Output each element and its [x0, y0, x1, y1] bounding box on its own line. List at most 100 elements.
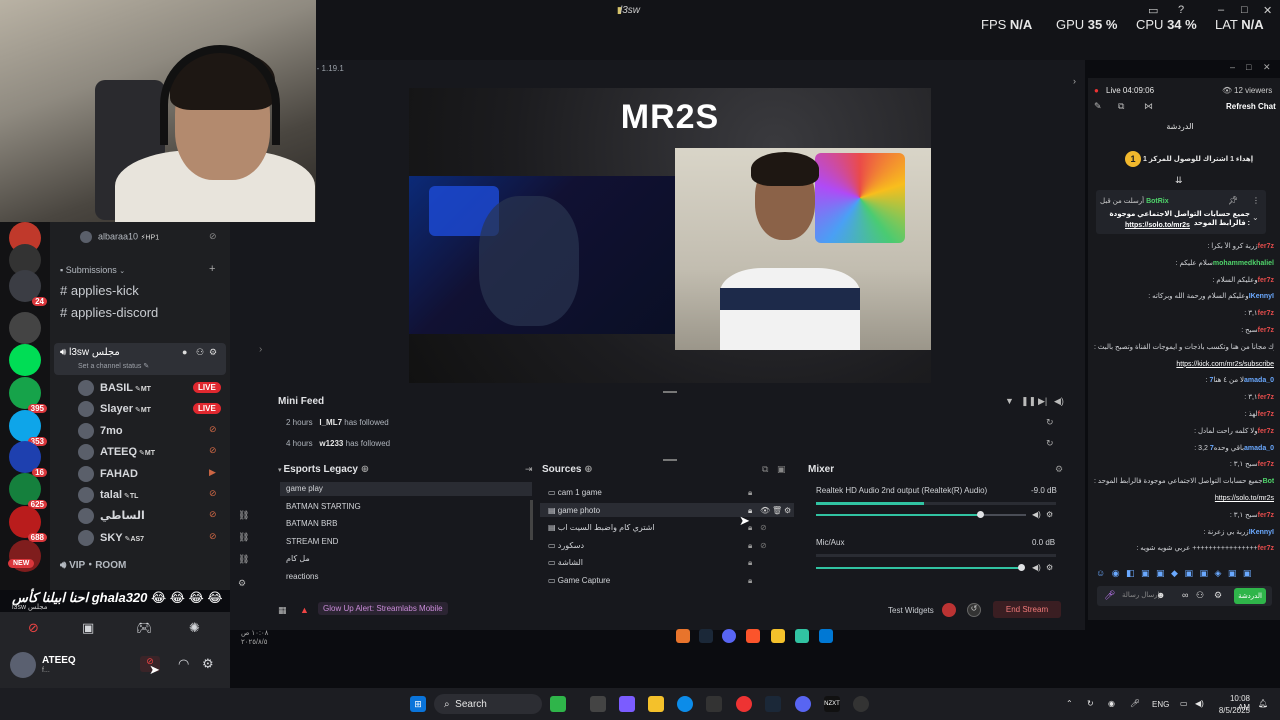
test-widgets-button[interactable]: Test Widgets — [888, 606, 934, 615]
scene-item[interactable]: مل كام — [286, 554, 310, 563]
copilot-icon[interactable] — [619, 696, 635, 712]
source-item[interactable]: ▤ game photo — [548, 506, 600, 515]
steam-taskbar-icon[interactable] — [765, 696, 781, 712]
filter-icon[interactable]: ▼ — [1005, 396, 1014, 406]
server-icon[interactable] — [9, 344, 41, 376]
category-header[interactable]: ▪ Submissions ⌄ — [60, 265, 125, 275]
voice-member-row[interactable]: FAHAD — [78, 465, 138, 482]
replay-icon[interactable]: ↻ — [1046, 438, 1054, 449]
taskbar-search[interactable]: ⌕ Search — [434, 694, 542, 714]
edge-icon[interactable] — [677, 696, 693, 712]
share-icon[interactable]: ⋈ — [1144, 101, 1153, 112]
server-icon[interactable]: 24 — [9, 270, 47, 306]
scene-item[interactable]: STREAM END — [286, 537, 338, 546]
file-explorer-icon[interactable] — [648, 696, 664, 712]
gear-icon[interactable]: ⚙ — [784, 506, 791, 515]
chrome-icon[interactable] — [736, 696, 752, 712]
source-item[interactable]: ▭ Game Capture — [548, 576, 610, 585]
gear-icon[interactable]: ⚙ — [209, 347, 217, 358]
volume-knob[interactable] — [1018, 564, 1025, 571]
emote-bar[interactable]: ☺ ◉ ◧ ▣ ▣ ◆ ▣ ▣ ◈ ▣ ▣ — [1096, 568, 1253, 579]
voice-member-row[interactable]: الساطي — [78, 508, 145, 525]
voice-member-row[interactable]: Slayer ✎MT — [78, 401, 151, 418]
channel-applies-kick[interactable]: # applies-kick — [60, 283, 139, 298]
link-icon[interactable]: ∞ — [1182, 590, 1188, 600]
volume-slider[interactable] — [816, 514, 1026, 516]
tray-chevron-icon[interactable]: ⌃ — [1066, 699, 1073, 708]
lock-icon[interactable]: 🔒︎ — [748, 541, 752, 551]
lock-icon[interactable]: 🔒︎ — [748, 488, 752, 498]
eye-icon[interactable]: 👁︎ — [760, 506, 770, 515]
eye-off-icon[interactable]: ⊘ — [760, 523, 767, 532]
source-folder-icon[interactable]: ▣ — [777, 464, 786, 475]
volume-slider[interactable] — [816, 567, 1021, 569]
alert-banner[interactable]: Glow Up Alert: Streamlabs Mobile — [318, 602, 448, 615]
collapse-chat-icon[interactable]: › — [1073, 76, 1076, 86]
windows-dock-icon[interactable] — [819, 629, 833, 643]
help-icon[interactable]: ? — [1178, 4, 1184, 16]
minimize-icon[interactable]: – — [1218, 4, 1224, 16]
store-icon[interactable] — [706, 696, 722, 712]
soundboard-icon[interactable]: ✺ — [189, 620, 200, 636]
scene-item[interactable]: BATMAN STARTING — [286, 502, 361, 511]
source-item[interactable]: ▭ الشاشة — [548, 558, 583, 567]
sl-minimize-icon[interactable]: – — [1230, 62, 1235, 72]
speaker-icon[interactable]: ◀) — [1032, 563, 1041, 572]
replay-buffer-button[interactable]: ↺ — [967, 603, 981, 617]
chat-bubble-icon[interactable]: ● — [182, 347, 187, 357]
sl-close-icon[interactable]: ✕ — [1263, 62, 1271, 73]
server-icon[interactable]: 16 — [9, 441, 47, 477]
source-item[interactable]: ▭ cam 1 game — [548, 488, 602, 497]
scene-transition-icon[interactable]: ⇥ — [525, 464, 533, 475]
steam-icon[interactable] — [699, 629, 713, 643]
chat-settings-icon[interactable]: ⚙ — [1214, 590, 1222, 601]
mic-icon[interactable]: 🎤︎ — [1104, 590, 1115, 601]
users-icon[interactable]: ⚇ — [1196, 590, 1204, 601]
nzxt-icon[interactable]: NZXT — [824, 696, 840, 712]
server-icon[interactable] — [9, 312, 41, 344]
scene-item[interactable]: reactions — [286, 572, 318, 581]
mixer-gear-icon[interactable]: ⚙ — [1046, 563, 1053, 572]
source-layers-icon[interactable]: ⧉ — [762, 464, 768, 475]
mixer-gear-icon[interactable]: ⚙ — [1046, 510, 1053, 519]
volume-icon[interactable]: ◀) — [1054, 396, 1064, 407]
popout-icon[interactable]: ⧉ — [1118, 101, 1124, 112]
refresh-chat-button[interactable]: Refresh Chat — [1226, 102, 1276, 111]
record-button[interactable] — [942, 603, 956, 617]
voice-member-row[interactable]: talal ✎TL — [78, 487, 138, 503]
studio-tool-icon[interactable]: ⛓ — [238, 532, 249, 543]
language-indicator[interactable]: ENG — [1152, 700, 1169, 709]
chevron-down-icon[interactable]: ⌄ — [1252, 213, 1259, 222]
close-icon[interactable]: ✕ — [1263, 4, 1272, 17]
voice-member-row[interactable]: 7mo — [78, 422, 123, 439]
discord-taskbar-icon[interactable] — [795, 696, 811, 712]
headphones-icon[interactable]: ◠ — [178, 656, 189, 672]
channel-status[interactable]: Set a channel status ✎ — [78, 362, 149, 370]
mixer-settings-icon[interactable]: ⚙ — [1055, 464, 1063, 475]
network-icon[interactable]: ▭ — [1180, 699, 1188, 708]
pause-icon[interactable]: ❚❚ — [1021, 396, 1036, 407]
source-item[interactable]: ▤ اشتري كام واضبط السيت اب — [548, 523, 655, 532]
activity-icon[interactable]: 🎮︎ — [136, 620, 153, 636]
scene-item[interactable]: game play — [286, 484, 323, 493]
notification-icon[interactable]: 🔔︎ — [1258, 699, 1268, 708]
sl-maximize-icon[interactable]: □ — [1246, 62, 1251, 72]
maximize-icon[interactable]: □ — [1241, 4, 1248, 16]
emoji-icon[interactable]: ☻ — [1156, 590, 1165, 600]
more-icon[interactable]: ⋮ — [1252, 196, 1260, 205]
resize-handle[interactable] — [663, 459, 677, 461]
scene-item[interactable]: BATMAN BRB — [286, 519, 337, 528]
eye-off-icon[interactable]: ⊘ — [760, 541, 767, 550]
streamlabs-icon[interactable] — [795, 629, 809, 643]
dock-app-icon[interactable] — [676, 629, 690, 643]
studio-tool-icon[interactable]: ⛓ — [238, 554, 249, 565]
volume-knob[interactable] — [976, 511, 984, 518]
widget-icon[interactable] — [550, 696, 566, 712]
skip-icon[interactable]: ▶| — [1038, 396, 1047, 407]
source-item[interactable]: ▭ دسكورد — [548, 541, 584, 550]
server-icon[interactable]: 688 — [9, 506, 47, 542]
studio-tool-icon[interactable]: ⛓ — [238, 510, 249, 521]
voice-member-row[interactable]: BASIL ✎MT — [78, 380, 151, 396]
invite-icon[interactable]: ⚇ — [196, 347, 204, 358]
add-channel-icon[interactable]: + — [209, 263, 215, 275]
